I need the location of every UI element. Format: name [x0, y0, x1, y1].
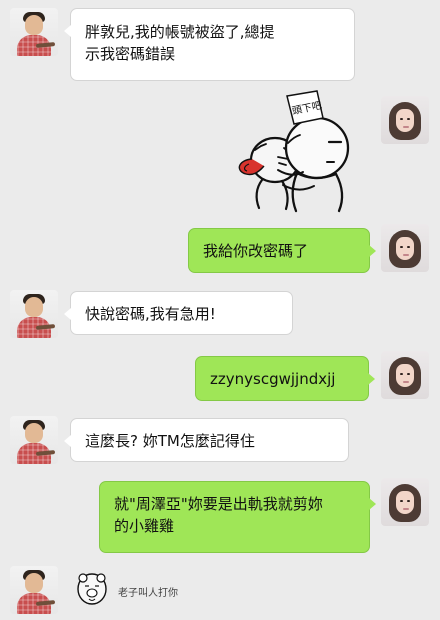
male-avatar [10, 416, 58, 464]
face [25, 15, 43, 35]
mouth [403, 254, 409, 256]
sticker-illustration: 頭下吧 [238, 90, 350, 213]
right-eye [407, 118, 410, 120]
face [396, 237, 414, 260]
left-eye [400, 373, 403, 375]
right-eye [407, 373, 410, 375]
message-text: 胖敦兒,我的帳號被盜了,總提 示我密碼錯誤 [85, 23, 275, 63]
message-text: 這麼長? 妳TM怎麼記得住 [85, 432, 255, 450]
message-text: 我給你改密碼了 [203, 242, 309, 260]
message-bubble: 就"周澤亞"妳要是出軌我就剪妳 的小雞雞 [99, 481, 376, 553]
right-eye [407, 500, 410, 502]
male-avatar [10, 8, 58, 56]
sticker-image [75, 570, 109, 608]
left-eye [400, 118, 403, 120]
male-avatar [10, 290, 58, 338]
message-bubble: 這麼長? 妳TM怎麼記得住 [64, 418, 349, 462]
female-avatar [381, 351, 429, 399]
mouth [403, 381, 409, 383]
message-bubble: 快說密碼,我有急用! [64, 291, 293, 335]
message-text: 就"周澤亞"妳要是出軌我就剪妳 的小雞雞 [114, 495, 323, 535]
sticker-image: 頭下吧 [230, 90, 372, 218]
female-avatar [381, 96, 429, 144]
face [396, 364, 414, 387]
female-avatar [381, 478, 429, 526]
mouth [403, 126, 409, 128]
sticker-caption: 老子叫人打你 [118, 588, 178, 599]
left-eye [400, 246, 403, 248]
mouth [403, 508, 409, 510]
female-avatar [381, 224, 429, 272]
face [396, 491, 414, 514]
male-avatar [10, 566, 58, 614]
message-bubble: 我給你改密碼了 [188, 228, 376, 273]
message-text: zzynyscgwjjndxjj [210, 370, 336, 388]
face [25, 423, 43, 443]
message-text: 快說密碼,我有急用! [85, 305, 216, 323]
face [25, 573, 43, 593]
left-eye [400, 500, 403, 502]
message-bubble: zzynyscgwjjndxjj [195, 356, 375, 401]
face [25, 297, 43, 317]
right-eye [407, 246, 410, 248]
face [396, 109, 414, 132]
message-bubble: 胖敦兒,我的帳號被盜了,總提 示我密碼錯誤 [64, 8, 355, 81]
bear-face-sticker [77, 573, 107, 605]
